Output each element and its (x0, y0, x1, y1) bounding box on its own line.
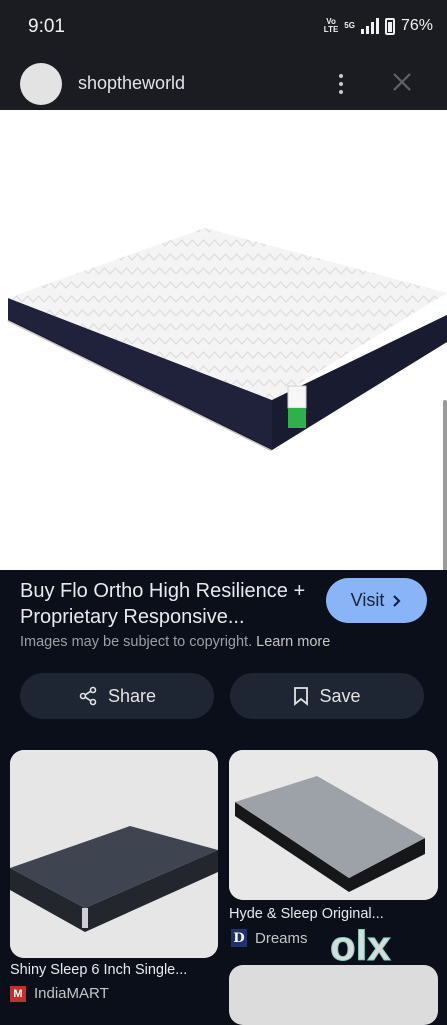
site-name[interactable]: shoptheworld (78, 73, 185, 94)
olx-watermark-text: olx (330, 922, 391, 968)
mattress-image (7, 228, 447, 452)
product-title[interactable]: Buy Flo Ortho High Resilience + Propriet… (20, 578, 310, 630)
dreams-icon: D (231, 929, 247, 947)
volte-icon: Vo LTE (323, 17, 339, 34)
bookmark-icon (294, 687, 309, 706)
5g-label: 5G (344, 21, 355, 30)
share-label: Share (107, 685, 157, 706)
related-source-label-1: IndiaMART (34, 985, 109, 1002)
status-icons: Vo LTE 5G 76% (324, 17, 433, 35)
close-icon[interactable] (390, 70, 414, 94)
viewer-header: shoptheworld (0, 56, 447, 110)
battery-percent: 76% (400, 17, 433, 34)
related-card-3[interactable] (229, 965, 438, 1025)
more-vert-icon[interactable] (333, 72, 349, 96)
chevron-right-icon (393, 594, 401, 607)
save-button[interactable]: Save (230, 673, 424, 719)
share-icon (79, 686, 97, 706)
visit-label: Visit (350, 590, 385, 610)
avatar[interactable] (20, 63, 62, 105)
battery-icon (384, 17, 395, 35)
image-scrollbar[interactable] (443, 400, 447, 570)
save-label: Save (319, 685, 361, 706)
status-bar: 9:01 Vo LTE 5G 76% (0, 0, 447, 56)
related-card-1[interactable] (10, 750, 218, 958)
product-image[interactable] (0, 110, 447, 570)
status-time: 9:01 (28, 16, 65, 37)
related-source-label-2: Dreams (255, 929, 308, 947)
indiamart-icon: M (10, 985, 26, 1002)
related-image-1 (10, 750, 218, 958)
signal-icon (360, 18, 379, 34)
related-source-1[interactable]: M IndiaMART (10, 985, 109, 1002)
copyright-text: Images may be subject to copyright. (20, 634, 253, 650)
related-title-2[interactable]: Hyde & Sleep Original... (229, 906, 384, 922)
related-image-2 (229, 750, 438, 900)
related-source-2[interactable]: D Dreams (231, 929, 308, 947)
related-card-2[interactable] (229, 750, 438, 900)
related-title-1[interactable]: Shiny Sleep 6 Inch Single... (10, 962, 187, 978)
share-button[interactable]: Share (20, 673, 214, 719)
copyright-notice: Images may be subject to copyright. Lear… (20, 634, 330, 650)
visit-button[interactable]: Visit (326, 578, 427, 623)
olx-watermark-icon: olx (330, 922, 392, 968)
learn-more-link[interactable]: Learn more (256, 634, 330, 650)
